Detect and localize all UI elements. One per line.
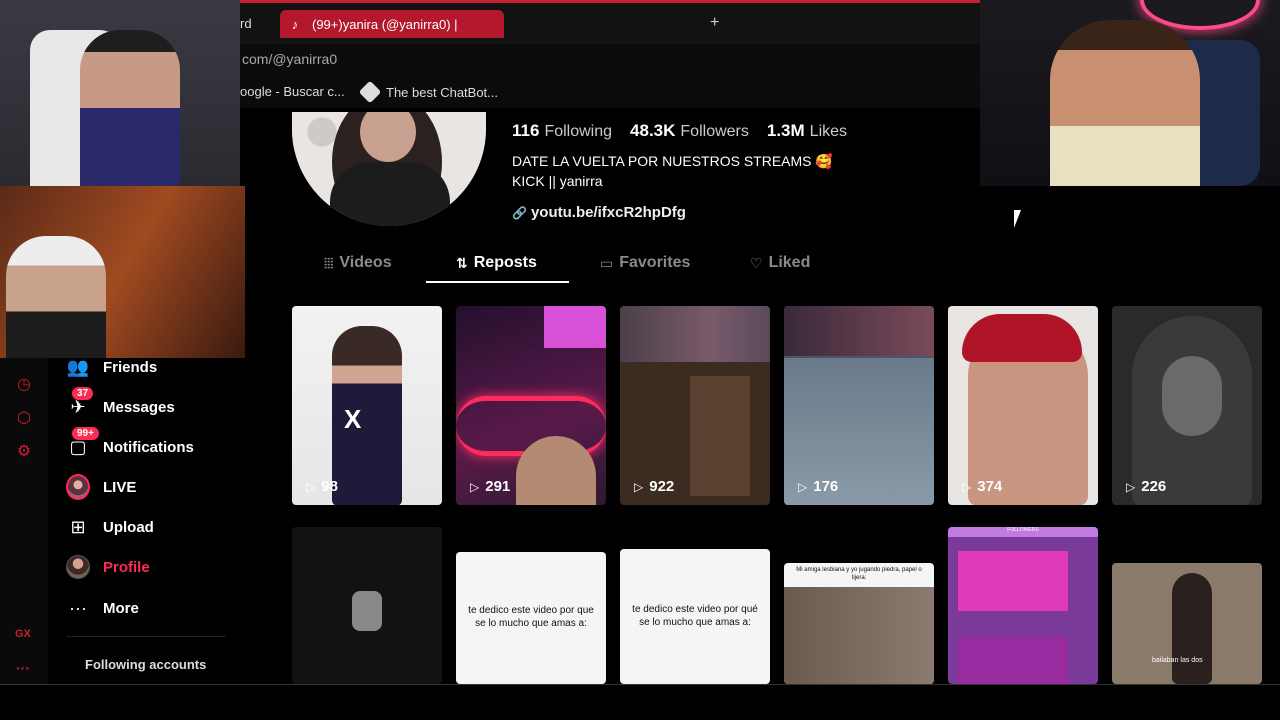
friends-icon: 👥 [66, 356, 90, 377]
video-card[interactable]: ▷ 291 [456, 306, 606, 505]
nav-profile[interactable]: Profile [66, 554, 150, 580]
profile-avatar-large [292, 112, 486, 226]
video-card[interactable]: FOLLOWERS [948, 527, 1098, 684]
video-caption: Mi amiga lesbiana y yo jugando piedra, p… [796, 567, 922, 581]
active-tab-underline [426, 281, 569, 283]
active-tab-title: (99+)yanira (@yanirra0) | [312, 16, 458, 32]
messages-badge: 37 [72, 387, 94, 400]
tab-favorites[interactable]: ▭ Favorites [600, 254, 690, 272]
video-card[interactable]: ▷ 374 [948, 306, 1098, 505]
bottom-bar [0, 684, 1280, 720]
heart-icon: ♡ [750, 254, 763, 271]
bookmark-icon: ▭ [600, 254, 614, 271]
notifications-badge: 99+ [72, 427, 99, 440]
messages-icon: ✈ 37 [66, 387, 94, 419]
address-bar[interactable]: com/@yanirra0 [240, 44, 980, 74]
bookmark-google[interactable]: oogle - Buscar c... [240, 84, 345, 99]
stat-following[interactable]: 116 Following [512, 121, 612, 141]
settings-icon[interactable]: ⚙ [14, 441, 34, 461]
tiktok-icon: ♪ [291, 16, 299, 32]
nav-notifications[interactable]: ▢ 99+ Notifications [66, 427, 194, 460]
webcam-streamer-1 [0, 0, 240, 186]
tabbar-accent-line [240, 0, 980, 3]
play-icon: ▷ [798, 479, 808, 494]
live-avatar [66, 474, 90, 500]
bookmarks-bar: oogle - Buscar c... The best ChatBot... [240, 74, 980, 108]
profile-link-text: youtu.be/ifxcR2hpDfg [530, 204, 686, 221]
bookmark-chatbot[interactable]: The best ChatBot... [358, 80, 499, 104]
video-caption: FOLLOWERS [948, 527, 1098, 537]
video-card[interactable]: ▷ 922 [620, 306, 770, 505]
following-accounts-heading: Following accounts [85, 657, 207, 672]
video-card[interactable]: ▷ 226 [1112, 306, 1262, 505]
tab-reposts[interactable]: ⇅ Reposts [456, 254, 537, 272]
video-caption: te dedico este video por qué se lo mucho… [632, 604, 758, 628]
link-icon: 🔗 [512, 205, 527, 220]
gx-more-icon[interactable]: ··· [16, 660, 30, 676]
video-caption: te dedico este video por que se lo mucho… [468, 605, 594, 629]
view-count: ▷ 176 [798, 478, 839, 495]
play-icon: ▷ [470, 479, 480, 494]
profile-stats: 116 Following 48.3K Followers 1.3M Likes [512, 121, 847, 141]
chatbot-icon [358, 80, 382, 104]
active-tab[interactable]: ♪ (99+)yanira (@yanirra0) | [280, 10, 504, 38]
play-icon: ▷ [306, 479, 316, 494]
extensions-icon[interactable]: ⬡ [14, 408, 34, 428]
video-card[interactable]: Mi amiga lesbiana y yo jugando piedra, p… [784, 563, 934, 684]
profile-tabs: ⦙⦙⦙ Videos ⇅ Reposts ▭ Favorites ♡ Liked [292, 250, 982, 284]
view-count: ▷ 226 [1126, 478, 1167, 495]
webcam-streamer-3 [980, 0, 1280, 186]
profile-link[interactable]: 🔗 youtu.be/ifxcR2hpDfg [512, 204, 686, 221]
url-text: com/@yanirra0 [242, 51, 338, 67]
browser-tabbar: rd ♪ (99+)yanira (@yanirra0) | + [240, 0, 980, 44]
view-count: ▷ 291 [470, 478, 511, 495]
video-card[interactable]: bailaban las dos [1112, 563, 1262, 684]
profile-avatar [66, 555, 90, 579]
video-card[interactable]: ▷ 176 [784, 306, 934, 505]
history-icon[interactable]: ◷ [14, 374, 34, 394]
video-card[interactable]: te dedico este video por qué se lo mucho… [620, 549, 770, 684]
nav-live[interactable]: LIVE [66, 474, 136, 500]
mouse-cursor-icon [1014, 210, 1028, 228]
repost-icon: ⇅ [456, 254, 468, 271]
webcam-streamer-2 [0, 186, 245, 358]
nav-messages[interactable]: ✈ 37 Messages [66, 387, 175, 420]
tab-liked[interactable]: ♡ Liked [750, 254, 810, 272]
stat-followers[interactable]: 48.3K Followers [630, 121, 749, 141]
view-count: ▷ 98 [306, 478, 338, 495]
new-tab-button[interactable]: + [710, 14, 719, 32]
nav-more[interactable]: ··· More [66, 595, 139, 621]
video-card[interactable] [292, 527, 442, 684]
bio-line-1: DATE LA VUELTA POR NUESTROS STREAMS 🥰 [512, 153, 833, 169]
grid-icon: ⦙⦙⦙ [324, 254, 334, 271]
notifications-icon: ▢ 99+ [66, 427, 99, 459]
nav-upload[interactable]: ⊞ Upload [66, 514, 153, 540]
view-count: ▷ 374 [962, 478, 1003, 495]
more-icon: ··· [69, 597, 87, 618]
video-caption: bailaban las dos [1152, 657, 1203, 664]
play-icon: ▷ [634, 479, 644, 494]
video-card[interactable]: X ▷ 98 [292, 306, 442, 505]
stat-likes: 1.3M Likes [766, 121, 848, 140]
play-icon: ▷ [962, 479, 972, 494]
tab-videos[interactable]: ⦙⦙⦙ Videos [324, 254, 392, 272]
bio-line-2: KICK || yanirra [512, 173, 603, 189]
nav-divider [66, 636, 226, 637]
view-count: ▷ 922 [634, 478, 675, 495]
tiktok-nav: 👥 Friends ✈ 37 Messages ▢ 99+ Notification… [48, 356, 240, 684]
upload-icon: ⊞ [70, 516, 86, 537]
bookmark-chatbot-label: The best ChatBot... [386, 84, 499, 100]
previous-tab[interactable]: rd [240, 16, 252, 31]
video-card[interactable]: te dedico este video por que se lo mucho… [456, 552, 606, 684]
gx-label: GX [15, 628, 31, 640]
play-icon: ▷ [1126, 479, 1136, 494]
